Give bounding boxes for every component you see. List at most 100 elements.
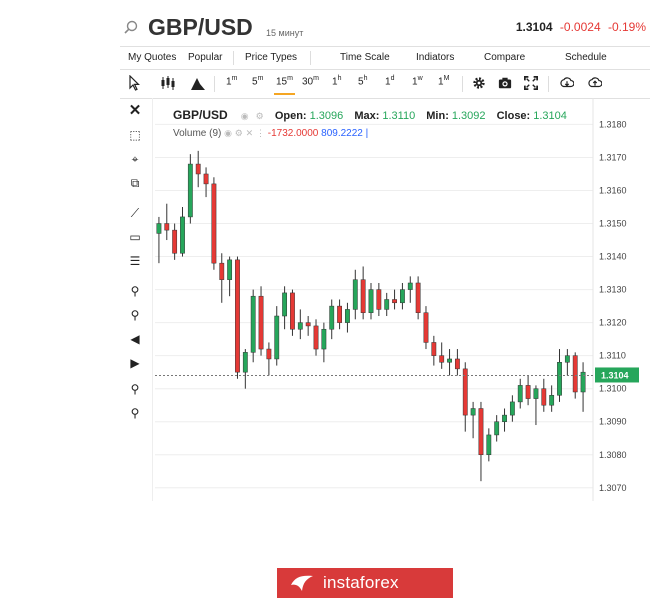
menu-schedule[interactable]: Schedule (565, 52, 607, 63)
candle[interactable] (541, 378, 547, 412)
candle[interactable] (478, 401, 484, 482)
menu-indicators[interactable]: Indiators (416, 52, 454, 63)
candlestick-chart[interactable]: 1.3180 1.3170 1.3160 1.3150 1.3140 1.3130 1.31… (153, 98, 650, 501)
period-1w-button[interactable]: 1w (412, 75, 423, 91)
period-1h-button[interactable]: 1h (332, 75, 341, 91)
candle[interactable] (258, 286, 264, 356)
candle[interactable] (242, 349, 248, 389)
period-1m-button[interactable]: 1m (226, 75, 237, 91)
fibonacci-tool-icon[interactable]: ☰ (127, 254, 143, 268)
candle-body (164, 223, 170, 231)
candle[interactable] (517, 378, 523, 409)
menu-my-quotes[interactable]: My Quotes (128, 52, 176, 63)
y-tick-label: 1.3120 (599, 318, 627, 328)
candle[interactable] (305, 316, 311, 336)
period-1d-button[interactable]: 1d (385, 75, 394, 91)
eye-icon[interactable]: ◉ (241, 111, 249, 121)
candle[interactable] (454, 349, 460, 376)
candle[interactable] (203, 167, 209, 198)
candle-body (407, 282, 413, 290)
period-1M-button[interactable]: 1M (438, 75, 449, 91)
candle[interactable] (345, 302, 350, 333)
rectangle-tool-icon[interactable]: ▭ (127, 230, 143, 244)
candle[interactable] (329, 299, 335, 340)
search-icon[interactable] (124, 20, 138, 34)
menu-compare[interactable]: Compare (484, 52, 525, 63)
select-tool-icon[interactable]: ⬚ (127, 128, 143, 142)
candle[interactable] (486, 428, 492, 462)
candle[interactable] (407, 276, 413, 303)
zoom-out-icon[interactable]: ⚲ (127, 308, 143, 322)
copy-tool-icon[interactable]: ⧉ (127, 176, 143, 190)
price-chart[interactable]: 1.3180 1.3170 1.3160 1.3150 1.3140 1.3130 1.31… (153, 98, 650, 598)
candle[interactable] (290, 289, 295, 336)
candle[interactable] (384, 292, 390, 317)
period-30m-button[interactable]: 30m (302, 75, 319, 91)
download-icon[interactable] (560, 75, 574, 91)
candle[interactable] (392, 289, 397, 310)
scroll-right-icon[interactable]: ▶ (127, 356, 143, 370)
candle[interactable] (352, 269, 358, 320)
candle[interactable] (360, 266, 366, 320)
candle[interactable] (525, 375, 531, 406)
crosshair-tool-icon[interactable]: ⌖ (127, 152, 143, 166)
eye-icon[interactable]: ◉ (224, 128, 232, 138)
zoom-reset-icon[interactable]: ⚲ (127, 382, 143, 396)
candle[interactable] (227, 256, 233, 297)
candle[interactable] (423, 306, 429, 350)
candle[interactable] (187, 154, 193, 224)
trend-line-icon[interactable]: ⟋ (127, 206, 143, 220)
candle[interactable] (211, 177, 217, 270)
candle[interactable] (509, 395, 515, 422)
upload-icon[interactable] (588, 75, 602, 91)
zoom-in-icon[interactable]: ⚲ (127, 284, 143, 298)
settings-icon[interactable]: ⚙ (235, 128, 243, 138)
candle[interactable] (297, 309, 303, 340)
candle[interactable] (376, 282, 382, 317)
menu-popular[interactable]: Popular (188, 52, 222, 63)
candle[interactable] (180, 207, 185, 257)
candle[interactable] (219, 253, 225, 303)
min-label: Min: (426, 110, 449, 122)
candle[interactable] (415, 276, 421, 320)
period-5m-button[interactable]: 5m (252, 75, 263, 91)
more-icon[interactable]: ⋮ (256, 128, 265, 138)
candle[interactable] (164, 203, 170, 241)
period-5h-button[interactable]: 5h (358, 75, 367, 91)
candle[interactable] (549, 385, 555, 412)
remove-icon[interactable]: ✕ (246, 128, 254, 138)
candle[interactable] (337, 299, 342, 330)
zoom-fit-icon[interactable]: ⚲ (127, 406, 143, 420)
scroll-left-icon[interactable]: ◀ (127, 332, 143, 346)
candle[interactable] (580, 362, 586, 412)
candle[interactable] (470, 401, 476, 439)
candle[interactable] (439, 342, 445, 369)
gear-icon[interactable] (472, 75, 486, 91)
candles-icon[interactable] (160, 75, 176, 91)
candle[interactable] (564, 349, 570, 376)
cursor-icon[interactable] (128, 75, 140, 91)
candle[interactable] (447, 349, 452, 376)
candle[interactable] (502, 408, 507, 432)
fullscreen-icon[interactable] (524, 75, 538, 91)
candle[interactable] (235, 256, 240, 379)
area-chart-icon[interactable] (190, 75, 206, 91)
candle[interactable] (266, 342, 272, 376)
candle[interactable] (321, 322, 327, 363)
candle[interactable] (400, 282, 405, 310)
close-icon[interactable]: ✕ (127, 103, 143, 118)
camera-icon[interactable] (498, 75, 512, 91)
candle[interactable] (274, 306, 280, 366)
candle[interactable] (313, 319, 319, 356)
candle[interactable] (368, 282, 374, 320)
period-15m-button[interactable]: 15m (274, 75, 295, 95)
candle[interactable] (250, 289, 256, 363)
candle[interactable] (172, 223, 178, 260)
settings-icon[interactable]: ⚙ (256, 111, 264, 121)
candle[interactable] (431, 335, 437, 366)
candle[interactable] (195, 150, 201, 188)
menu-price-types[interactable]: Price Types (245, 52, 297, 63)
candle[interactable] (533, 385, 539, 426)
menu-time-scale[interactable]: Time Scale (340, 52, 390, 63)
candle[interactable] (494, 415, 500, 442)
